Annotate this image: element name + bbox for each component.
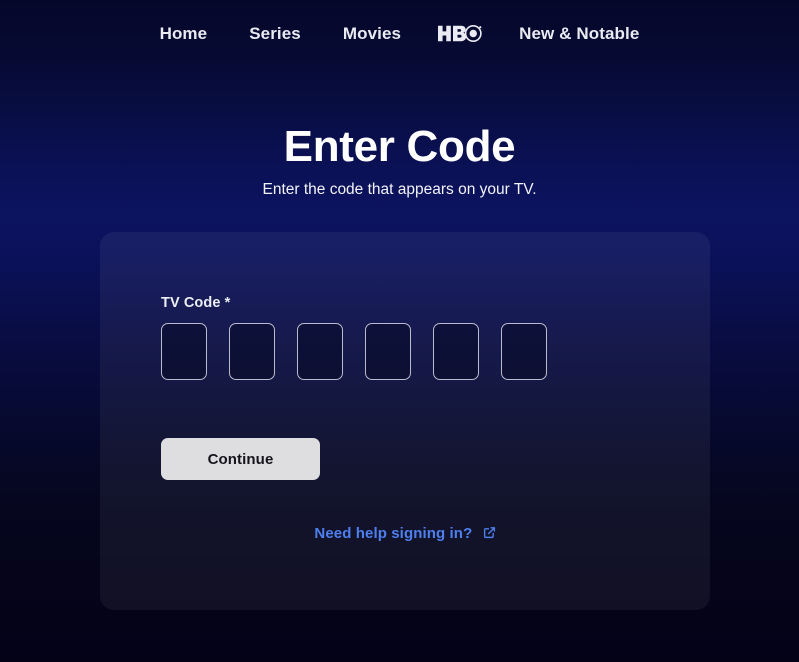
hbo-logo-icon <box>438 24 482 42</box>
tv-code-label-text: TV Code <box>161 295 221 311</box>
continue-button[interactable]: Continue <box>161 438 320 480</box>
enter-code-card: TV Code * Continue Need help signing in? <box>100 232 710 610</box>
tv-code-digit-6[interactable] <box>501 323 547 380</box>
nav-item-new-and-notable[interactable]: New & Notable <box>498 19 660 48</box>
required-marker: * <box>224 295 231 311</box>
tv-code-digit-4[interactable] <box>365 323 411 380</box>
page-subtitle: Enter the code that appears on your TV. <box>262 181 537 198</box>
nav-item-series[interactable]: Series <box>228 19 322 48</box>
nav-item-movies[interactable]: Movies <box>322 19 422 48</box>
need-help-signing-in-link[interactable]: Need help signing in? <box>100 525 710 543</box>
page-background: Home Series Movies New & Notable Enter C… <box>0 0 799 662</box>
page-title: Enter Code <box>283 122 516 171</box>
nav-item-hbo[interactable] <box>422 19 498 48</box>
tv-code-input-group <box>161 323 547 380</box>
tv-code-digit-5[interactable] <box>433 323 479 380</box>
nav-item-home[interactable]: Home <box>139 19 229 48</box>
tv-code-digit-1[interactable] <box>161 323 207 380</box>
main-navigation: Home Series Movies New & Notable <box>0 0 799 66</box>
tv-code-label: TV Code * <box>161 295 230 311</box>
tv-code-digit-2[interactable] <box>229 323 275 380</box>
tv-code-digit-3[interactable] <box>297 323 343 380</box>
need-help-signing-in-label: Need help signing in? <box>314 525 473 542</box>
external-link-icon <box>483 526 496 543</box>
